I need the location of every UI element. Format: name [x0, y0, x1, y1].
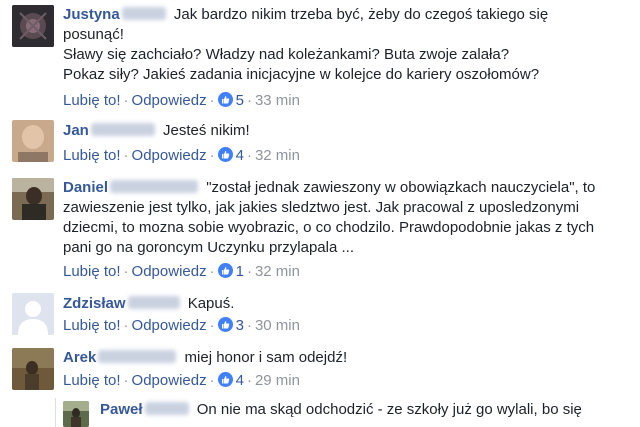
avatar-image — [12, 178, 54, 220]
avatar[interactable] — [12, 5, 54, 47]
thumbs-up-icon — [217, 372, 233, 387]
like-button[interactable]: Lubię to! — [63, 92, 121, 109]
comment-text: Zdzisław Kapuś. — [63, 294, 234, 314]
like-count[interactable]: 1 — [217, 263, 244, 280]
comment-actions: Lubię to! · Odpowiedz · 4 · 29 min — [63, 371, 300, 391]
separator: · — [209, 92, 215, 109]
reply-pawel: Paweł On nie ma skąd odchodzić - ze szko… — [0, 398, 640, 427]
reply-button[interactable]: Odpowiedz — [132, 147, 207, 164]
separator: · — [123, 372, 129, 389]
comment-arek: Arek miej honor i sam odejdź! Lubię to! ·… — [0, 343, 640, 398]
default-avatar-icon — [12, 293, 54, 335]
comment-actions: Lubię to! · Odpowiedz · 3 · 30 min — [63, 316, 300, 336]
thumbs-up-icon — [217, 263, 233, 278]
comment-text: Daniel "został jednak zawieszony w obowi… — [63, 178, 595, 258]
comment-zdzislaw: Zdzisław Kapuś. Lubię to! · Odpowiedz · 3 · 30… — [0, 288, 640, 343]
comment-actions: Lubię to! · Odpowiedz · 5 · 33 min — [63, 91, 300, 111]
blurred-surname — [144, 402, 189, 415]
comment-line: Kapuś. — [187, 295, 235, 312]
comment-line: pani go na goroncym Uczynku przylapala .… — [63, 239, 354, 256]
comment-line: dziecmi, to mozna sobie wyobrazic, o co … — [63, 219, 595, 236]
comment-text: Arek miej honor i sam odejdź! — [63, 348, 347, 368]
timestamp[interactable]: 30 min — [255, 317, 300, 334]
comment-text: Justyna Jak bardzo nikim trzeba być, żeb… — [63, 5, 548, 85]
separator: · — [246, 263, 252, 280]
separator: · — [209, 263, 215, 280]
comment-justyna: Justyna Jak bardzo nikim trzeba być, żeb… — [0, 0, 640, 115]
separator: · — [209, 147, 215, 164]
blurred-surname — [90, 123, 155, 136]
comment-daniel: Daniel "został jednak zawieszony w obowi… — [0, 173, 640, 288]
author-name[interactable]: Daniel — [63, 179, 108, 196]
like-count[interactable]: 5 — [217, 92, 244, 109]
avatar[interactable] — [12, 120, 54, 162]
author-name[interactable]: Zdzisław — [63, 295, 126, 312]
avatar[interactable] — [63, 401, 89, 427]
separator: · — [246, 92, 252, 109]
like-button[interactable]: Lubię to! — [63, 372, 121, 389]
blurred-surname — [98, 350, 177, 363]
like-count[interactable]: 4 — [217, 372, 244, 389]
comment-line: zawieszenie jest tylko, jak jakies sledz… — [63, 199, 580, 216]
separator: · — [246, 372, 252, 389]
separator: · — [123, 263, 129, 280]
like-count[interactable]: 3 — [217, 317, 244, 334]
thumbs-up-icon — [217, 147, 233, 162]
reply-button[interactable]: Odpowiedz — [132, 372, 207, 389]
author-name[interactable]: Arek — [63, 349, 96, 366]
timestamp[interactable]: 32 min — [255, 263, 300, 280]
avatar-image — [12, 348, 54, 390]
like-button[interactable]: Lubię to! — [63, 147, 121, 164]
comment-jan: Jan Jesteś nikim! Lubię to! · Odpowiedz · 4 ·… — [0, 115, 640, 175]
comment-text: Jan Jesteś nikim! — [63, 121, 250, 141]
separator: · — [123, 92, 129, 109]
timestamp[interactable]: 29 min — [255, 372, 300, 389]
blurred-surname — [121, 7, 166, 20]
author-name[interactable]: Paweł — [100, 401, 143, 418]
timestamp[interactable]: 33 min — [255, 92, 300, 109]
blurred-surname — [110, 180, 199, 193]
comment-line: "został jednak zawieszony w obowiązkach … — [206, 179, 596, 196]
separator: · — [246, 317, 252, 334]
author-name[interactable]: Justyna — [63, 6, 120, 23]
like-count[interactable]: 4 — [217, 147, 244, 164]
separator: · — [209, 317, 215, 334]
avatar-image — [12, 120, 54, 162]
separator: · — [123, 317, 129, 334]
timestamp[interactable]: 32 min — [255, 147, 300, 164]
avatar-image — [12, 5, 54, 47]
comment-text: Paweł On nie ma skąd odchodzić - ze szko… — [100, 400, 582, 420]
comment-line: Jesteś nikim! — [163, 122, 250, 139]
comment-line: On nie ma skąd odchodzić - ze szkoły już… — [196, 401, 582, 418]
blurred-surname — [127, 296, 180, 309]
separator: · — [209, 372, 215, 389]
comment-actions: Lubię to! · Odpowiedz · 1 · 32 min — [63, 262, 300, 282]
like-button[interactable]: Lubię to! — [63, 317, 121, 334]
comment-line: posunąć! — [63, 26, 124, 43]
avatar[interactable] — [12, 348, 54, 390]
separator: · — [246, 147, 252, 164]
avatar[interactable] — [12, 178, 54, 220]
like-button[interactable]: Lubię to! — [63, 263, 121, 280]
comment-line: Pokaz siły? Jakieś zadania inicjacyjne w… — [63, 66, 540, 83]
thumbs-up-icon — [217, 92, 233, 107]
separator: · — [123, 147, 129, 164]
reply-button[interactable]: Odpowiedz — [132, 263, 207, 280]
reply-button[interactable]: Odpowiedz — [132, 92, 207, 109]
avatar[interactable] — [12, 293, 54, 335]
comment-line: miej honor i sam odejdź! — [184, 349, 348, 366]
comment-actions: Lubię to! · Odpowiedz · 4 · 32 min — [63, 146, 300, 166]
avatar-image — [63, 401, 89, 427]
comment-line: Sławy się zachciało? Władzy nad koleżank… — [63, 46, 510, 63]
comment-line: Jak bardzo nikim trzeba być, żeby do cze… — [173, 6, 549, 23]
reply-button[interactable]: Odpowiedz — [132, 317, 207, 334]
author-name[interactable]: Jan — [63, 122, 89, 139]
thumbs-up-icon — [217, 317, 233, 332]
